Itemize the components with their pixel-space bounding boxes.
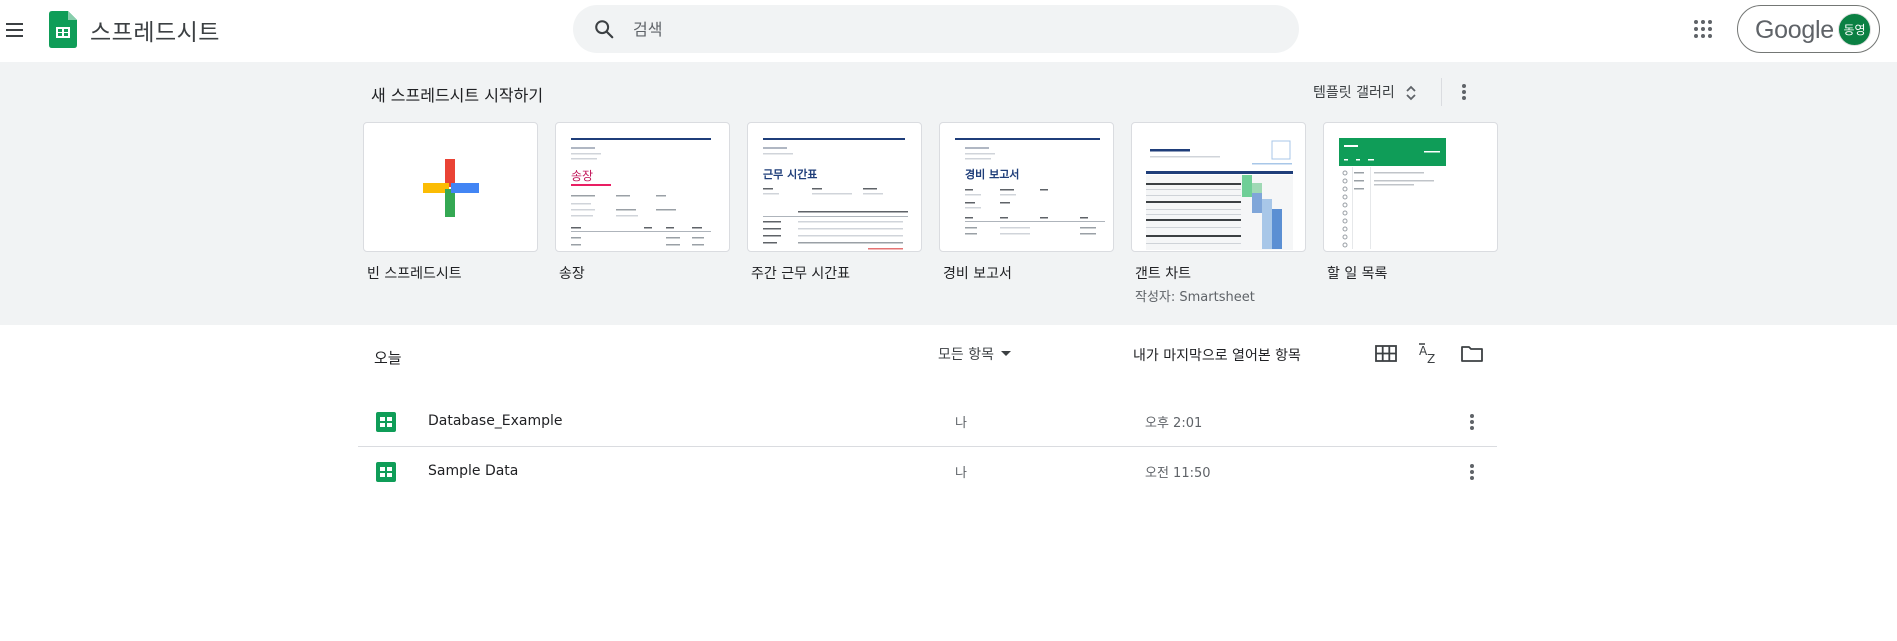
plus-icon: [423, 159, 479, 217]
search-input[interactable]: [633, 5, 1273, 53]
template-weekly-timesheet[interactable]: 근무 시간표 주간 근무 시간표: [747, 122, 922, 283]
document-owner: 나: [955, 416, 967, 431]
template-blank[interactable]: 빈 스프레드시트: [363, 122, 538, 283]
document-last-opened: 오후 2:01: [1145, 416, 1203, 431]
template-gallery-label: 템플릿 갤러리: [1313, 85, 1395, 101]
document-row[interactable]: Sample Data 나 오전 11:50: [358, 447, 1497, 497]
svg-text:송장: 송장: [571, 169, 593, 183]
search-icon[interactable]: [593, 18, 615, 40]
owner-filter-label: 모든 항목: [938, 347, 994, 363]
template-label: 빈 스프레드시트: [367, 266, 462, 282]
template-label: 갠트 차트: [1135, 266, 1191, 282]
more-options-icon[interactable]: [1458, 458, 1486, 486]
more-options-icon[interactable]: [1458, 408, 1486, 436]
gallery-more-options-icon[interactable]: [1450, 74, 1478, 110]
timesheet-preview: 근무 시간표: [763, 138, 908, 250]
divider: [1441, 78, 1442, 106]
main-menu-button[interactable]: [0, 15, 30, 45]
owner-filter-dropdown[interactable]: 모든 항목: [938, 344, 1011, 364]
template-thumbnail[interactable]: [1131, 122, 1306, 252]
template-label: 경비 보고서: [943, 266, 1012, 282]
sort-order-button[interactable]: 내가 마지막으로 열어본 항목: [1133, 345, 1301, 365]
grid-view-icon[interactable]: [1370, 338, 1402, 370]
template-thumbnail[interactable]: 경비 보고서: [939, 122, 1114, 252]
template-thumbnail[interactable]: 근무 시간표: [747, 122, 922, 252]
avatar[interactable]: 동영: [1838, 13, 1871, 46]
document-last-opened: 오전 11:50: [1145, 466, 1211, 481]
section-title: 새 스프레드시트 시작하기: [371, 86, 544, 105]
template-gallery-button[interactable]: 템플릿 갤러리: [1305, 77, 1416, 107]
document-row[interactable]: Database_Example 나 오후 2:01: [358, 397, 1497, 447]
app-header: 스프레드시트 Google 동영: [0, 0, 1897, 60]
app-title[interactable]: 스프레드시트: [90, 13, 220, 47]
document-name[interactable]: Sample Data: [428, 463, 518, 479]
sheets-file-icon: [376, 412, 396, 432]
unfold-icon: [1406, 85, 1416, 101]
gantt-preview: [1146, 140, 1293, 250]
google-wordmark: Google: [1755, 16, 1834, 44]
documents-list-header: 오늘 모든 항목 내가 마지막으로 열어본 항목 A Z: [0, 326, 1897, 386]
search-bar[interactable]: [573, 5, 1299, 53]
template-todo-list[interactable]: 할 일 목록: [1323, 122, 1498, 283]
template-thumbnail[interactable]: 송장: [555, 122, 730, 252]
google-apps-icon[interactable]: [1690, 16, 1720, 46]
sheets-logo-icon[interactable]: [49, 11, 77, 48]
template-thumbnail[interactable]: [363, 122, 538, 252]
caret-down-icon: [1001, 351, 1011, 356]
expense-preview: 경비 보고서: [955, 138, 1105, 235]
svg-text:경비 보고서: 경비 보고서: [965, 167, 1019, 181]
list-section-label: 오늘: [374, 349, 402, 367]
template-thumbnail[interactable]: [1323, 122, 1498, 252]
document-owner: 나: [955, 466, 967, 481]
template-author: 작성자: Smartsheet: [1135, 290, 1255, 305]
template-label: 할 일 목록: [1327, 266, 1388, 282]
folder-icon[interactable]: [1456, 338, 1488, 370]
document-name[interactable]: Database_Example: [428, 413, 563, 429]
svg-text:Z: Z: [1427, 352, 1435, 366]
template-invoice[interactable]: 송장 송장: [555, 122, 730, 283]
sort-az-icon[interactable]: A Z: [1413, 338, 1445, 370]
sheets-file-icon: [376, 462, 396, 482]
template-label: 송장: [559, 266, 585, 282]
template-label: 주간 근무 시간표: [751, 266, 851, 282]
invoice-preview: 송장: [571, 138, 711, 246]
account-button[interactable]: Google 동영: [1737, 5, 1880, 53]
template-gantt-chart[interactable]: 갠트 차트 작성자: Smartsheet: [1131, 122, 1306, 305]
svg-text:근무 시간표: 근무 시간표: [763, 167, 817, 181]
template-expense-report[interactable]: 경비 보고서 경비 보고서: [939, 122, 1114, 283]
template-gallery-section: 새 스프레드시트 시작하기 템플릿 갤러리 빈 스프레드시트 송장 송장 근무 …: [0, 62, 1897, 325]
todo-preview: [1339, 138, 1446, 249]
